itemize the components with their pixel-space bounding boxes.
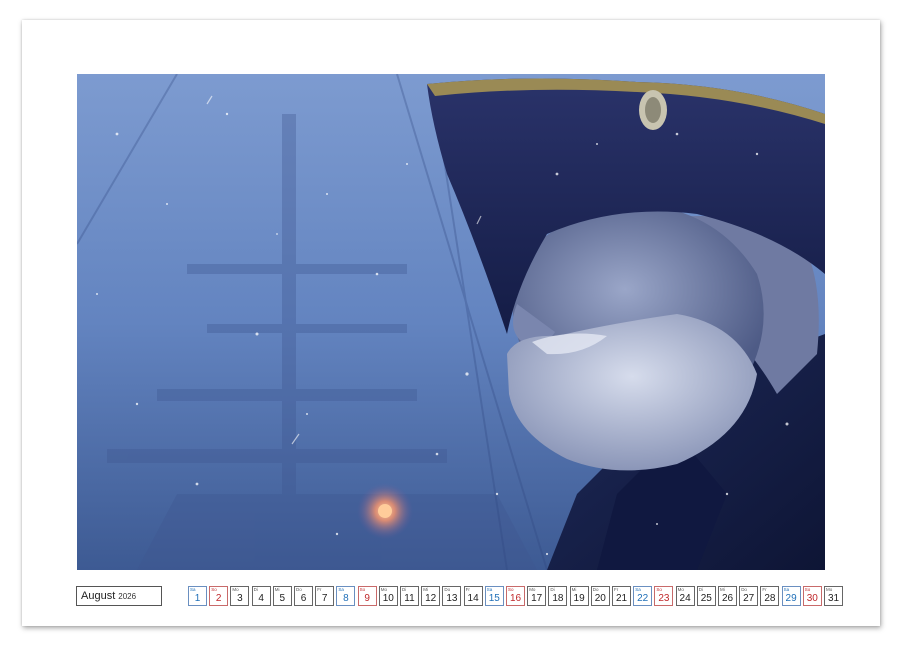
weekday-abbrev: Sa	[783, 587, 790, 592]
day-cell: Mo 17	[527, 586, 547, 606]
day-number: 16	[509, 593, 522, 604]
day-number: 13	[446, 593, 458, 604]
day-number: 6	[300, 593, 307, 604]
day-cell: Mi 26	[718, 586, 737, 606]
weekday-abbrev: Mo	[380, 587, 388, 592]
day-number: 25	[700, 593, 712, 604]
month-name: August	[81, 590, 116, 602]
month-calendar-strip: August 2026 Sa 1 So 2 Mo 3 Di 4 Mi 5 Do 6 Fr 7 Sa 8 So 9 M…	[76, 586, 843, 608]
weekday-abbrev: Sa	[635, 587, 641, 592]
weekday-abbrev: Mi	[720, 587, 725, 592]
weekday-abbrev: Mi	[274, 587, 280, 592]
day-cell: Sa 29	[781, 586, 801, 606]
weekday-abbrev: Di	[698, 587, 704, 592]
weekday-abbrev: So	[656, 587, 662, 592]
day-cell: Mi 12	[421, 586, 441, 606]
day-cell: Fr 7	[315, 586, 335, 606]
day-cell: Fr 21	[612, 586, 631, 606]
day-cell: Di 4	[251, 586, 271, 606]
day-cell: So 9	[357, 586, 377, 606]
day-number: 23	[658, 593, 670, 604]
day-number: 27	[743, 593, 755, 604]
day-number: 21	[615, 593, 628, 604]
weekday-abbrev: Mo	[529, 587, 536, 592]
day-number: 2	[215, 593, 222, 604]
weekday-abbrev: Di	[402, 587, 407, 592]
day-cell: Sa 15	[484, 586, 504, 606]
weekday-abbrev: Fr	[317, 587, 322, 592]
day-number: 5	[279, 593, 286, 604]
day-number: 22	[637, 593, 649, 604]
day-cell: Di 11	[400, 586, 419, 606]
day-number: 29	[785, 593, 797, 604]
day-cell: So 30	[802, 586, 822, 606]
day-number: 8	[343, 593, 349, 604]
day-number: 18	[552, 593, 564, 604]
day-cell: Di 25	[696, 586, 716, 606]
weekday-abbrev: Di	[550, 587, 555, 592]
month-label-box: August 2026	[76, 586, 162, 606]
day-cell: Do 20	[590, 586, 610, 606]
weekday-abbrev: Sa	[486, 587, 493, 592]
day-number: 20	[594, 593, 606, 604]
day-number: 1	[194, 593, 201, 604]
day-cell: So 16	[506, 586, 525, 606]
weekday-abbrev: Sa	[338, 587, 344, 592]
day-cell: Do 27	[739, 586, 759, 606]
weekday-abbrev: Do	[296, 587, 302, 592]
photo-old-sea-captain-in-snowstorm	[77, 74, 825, 570]
day-number: 15	[488, 593, 500, 604]
day-number: 30	[806, 593, 818, 604]
day-number: 4	[258, 593, 264, 604]
day-cell: Mo 3	[230, 586, 250, 606]
weekday-abbrev: So	[359, 587, 366, 592]
weekday-abbrev: So	[508, 587, 514, 592]
weekday-abbrev: Di	[253, 587, 258, 592]
weekday-abbrev: Fr	[762, 587, 767, 592]
day-cell: Di 18	[548, 586, 568, 606]
weekday-abbrev: So	[211, 587, 217, 592]
weekday-abbrev: Do	[444, 587, 451, 592]
day-cell: Do 13	[442, 586, 462, 606]
day-cell: So 2	[209, 586, 229, 606]
day-cell: Fr 14	[463, 586, 483, 606]
day-number: 11	[404, 593, 415, 604]
day-number: 3	[237, 593, 243, 604]
day-cell: Mi 5	[272, 586, 292, 606]
day-number: 10	[382, 593, 394, 604]
day-number: 28	[764, 593, 776, 604]
day-number: 31	[827, 593, 840, 604]
day-cell: Mo 24	[675, 586, 695, 606]
weekday-abbrev: Mi	[423, 587, 428, 592]
day-number: 19	[573, 593, 585, 604]
day-cell: Do 6	[294, 586, 313, 606]
weekday-abbrev: Mi	[571, 587, 577, 592]
day-cell: Mi 19	[569, 586, 589, 606]
day-cell: Mo 10	[378, 586, 398, 606]
day-number: 24	[679, 593, 691, 604]
day-cell: Fr 28	[760, 586, 780, 606]
day-number: 26	[721, 593, 734, 604]
day-number: 17	[531, 593, 543, 604]
day-cell: So 23	[654, 586, 674, 606]
weekday-abbrev: Mo	[677, 587, 684, 592]
day-cell: Mo 31	[824, 586, 843, 606]
weekday-abbrev: So	[804, 587, 811, 592]
day-number: 9	[364, 593, 370, 604]
weekday-abbrev: Mo	[826, 587, 833, 592]
weekday-abbrev: Sa	[190, 587, 196, 592]
day-cell: Sa 8	[336, 586, 356, 606]
weekday-abbrev: Mo	[232, 587, 239, 592]
year-label: 2026	[118, 591, 137, 601]
day-cell: Sa 22	[633, 586, 653, 606]
weekday-abbrev: Fr	[465, 587, 470, 592]
day-number: 7	[321, 593, 328, 604]
weekday-abbrev: Do	[592, 587, 599, 592]
weekday-abbrev: Do	[741, 587, 747, 592]
weekday-abbrev: Fr	[614, 587, 619, 592]
calendar-page: August 2026 Sa 1 So 2 Mo 3 Di 4 Mi 5 Do 6 Fr 7 Sa 8 So 9 M…	[22, 20, 880, 626]
day-cell: Sa 1	[188, 586, 207, 606]
day-number: 12	[425, 593, 437, 604]
day-number: 14	[467, 593, 479, 604]
